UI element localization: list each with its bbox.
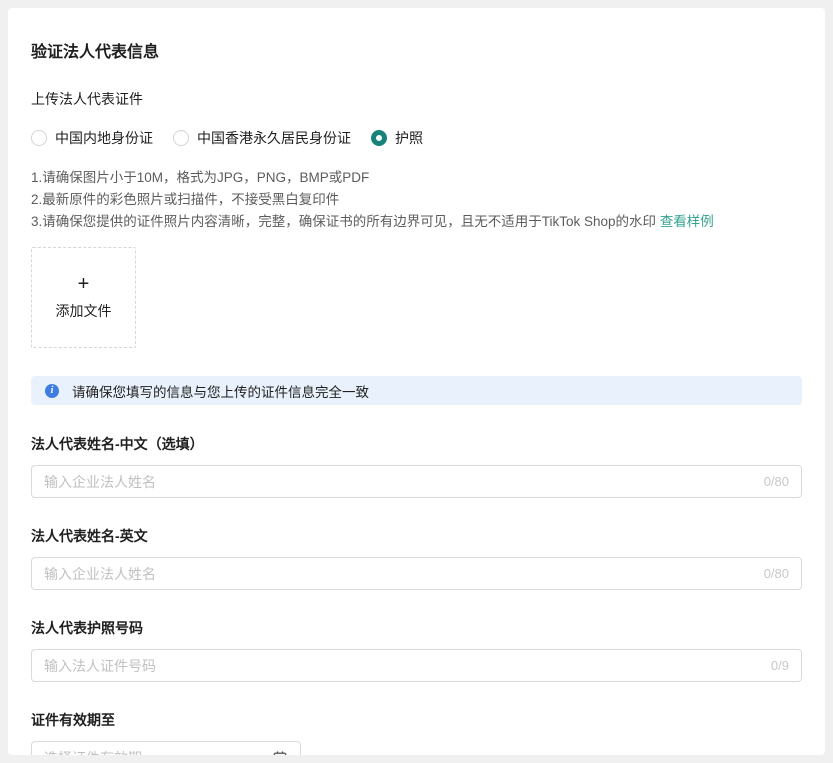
instruction-line-3: 3.请确保您提供的证件照片内容清晰，完整，确保证书的所有边界可见，且无不适用于T…: [31, 211, 802, 233]
field-label-name-chinese: 法人代表姓名-中文（选填）: [31, 434, 802, 454]
calendar-icon[interactable]: [272, 750, 288, 756]
field-label-expiry-date: 证件有效期至: [31, 710, 802, 730]
radio-option-mainland-id[interactable]: 中国内地身份证: [31, 128, 153, 148]
expiry-date-input-wrap: [31, 741, 301, 755]
passport-number-input-wrap: 0/9: [31, 649, 802, 682]
field-name-english: 法人代表姓名-英文 0/80: [31, 526, 802, 590]
upload-instructions: 1.请确保图片小于10M，格式为JPG，PNG，BMP或PDF 2.最新原件的彩…: [31, 167, 802, 233]
char-counter: 0/9: [771, 658, 789, 673]
upload-docs-label: 上传法人代表证件: [31, 89, 802, 109]
radio-option-passport[interactable]: 护照: [371, 128, 423, 148]
name-english-input-wrap: 0/80: [31, 557, 802, 590]
char-counter: 0/80: [764, 474, 789, 489]
verify-legal-rep-card: 验证法人代表信息 上传法人代表证件 中国内地身份证 中国香港永久居民身份证 护照…: [8, 8, 825, 755]
instruction-line-1: 1.请确保图片小于10M，格式为JPG，PNG，BMP或PDF: [31, 167, 802, 189]
radio-option-hk-permanent-id[interactable]: 中国香港永久居民身份证: [173, 128, 351, 148]
consistency-notice-banner: i 请确保您填写的信息与您上传的证件信息完全一致: [31, 376, 802, 405]
add-file-label: 添加文件: [56, 301, 112, 321]
info-icon: i: [45, 384, 59, 398]
name-english-input[interactable]: [44, 566, 754, 582]
notice-text: 请确保您填写的信息与您上传的证件信息完全一致: [72, 381, 369, 401]
radio-label-mainland-id: 中国内地身份证: [55, 128, 153, 148]
radio-unselected-icon: [173, 130, 189, 146]
expiry-date-input[interactable]: [44, 750, 262, 756]
field-passport-number: 法人代表护照号码 0/9: [31, 618, 802, 682]
radio-unselected-icon: [31, 130, 47, 146]
field-label-name-english: 法人代表姓名-英文: [31, 526, 802, 546]
char-counter: 0/80: [764, 566, 789, 581]
instruction-line-2: 2.最新原件的彩色照片或扫描件，不接受黑白复印件: [31, 189, 802, 211]
page-title: 验证法人代表信息: [31, 38, 802, 62]
id-type-radio-group: 中国内地身份证 中国香港永久居民身份证 护照: [31, 128, 802, 148]
name-chinese-input-wrap: 0/80: [31, 465, 802, 498]
passport-number-input[interactable]: [44, 658, 761, 674]
radio-label-passport: 护照: [395, 128, 423, 148]
radio-selected-icon: [371, 130, 387, 146]
add-file-upload-box[interactable]: + 添加文件: [31, 247, 136, 348]
field-label-passport-number: 法人代表护照号码: [31, 618, 802, 638]
legal-rep-form: 法人代表姓名-中文（选填） 0/80 法人代表姓名-英文 0/80 法人代表护照…: [31, 434, 802, 755]
name-chinese-input[interactable]: [44, 474, 754, 490]
radio-label-hk-permanent-id: 中国香港永久居民身份证: [197, 128, 351, 148]
field-expiry-date: 证件有效期至: [31, 710, 802, 755]
field-name-chinese: 法人代表姓名-中文（选填） 0/80: [31, 434, 802, 498]
plus-icon: +: [78, 274, 90, 294]
view-sample-link[interactable]: 查看样例: [660, 214, 714, 229]
